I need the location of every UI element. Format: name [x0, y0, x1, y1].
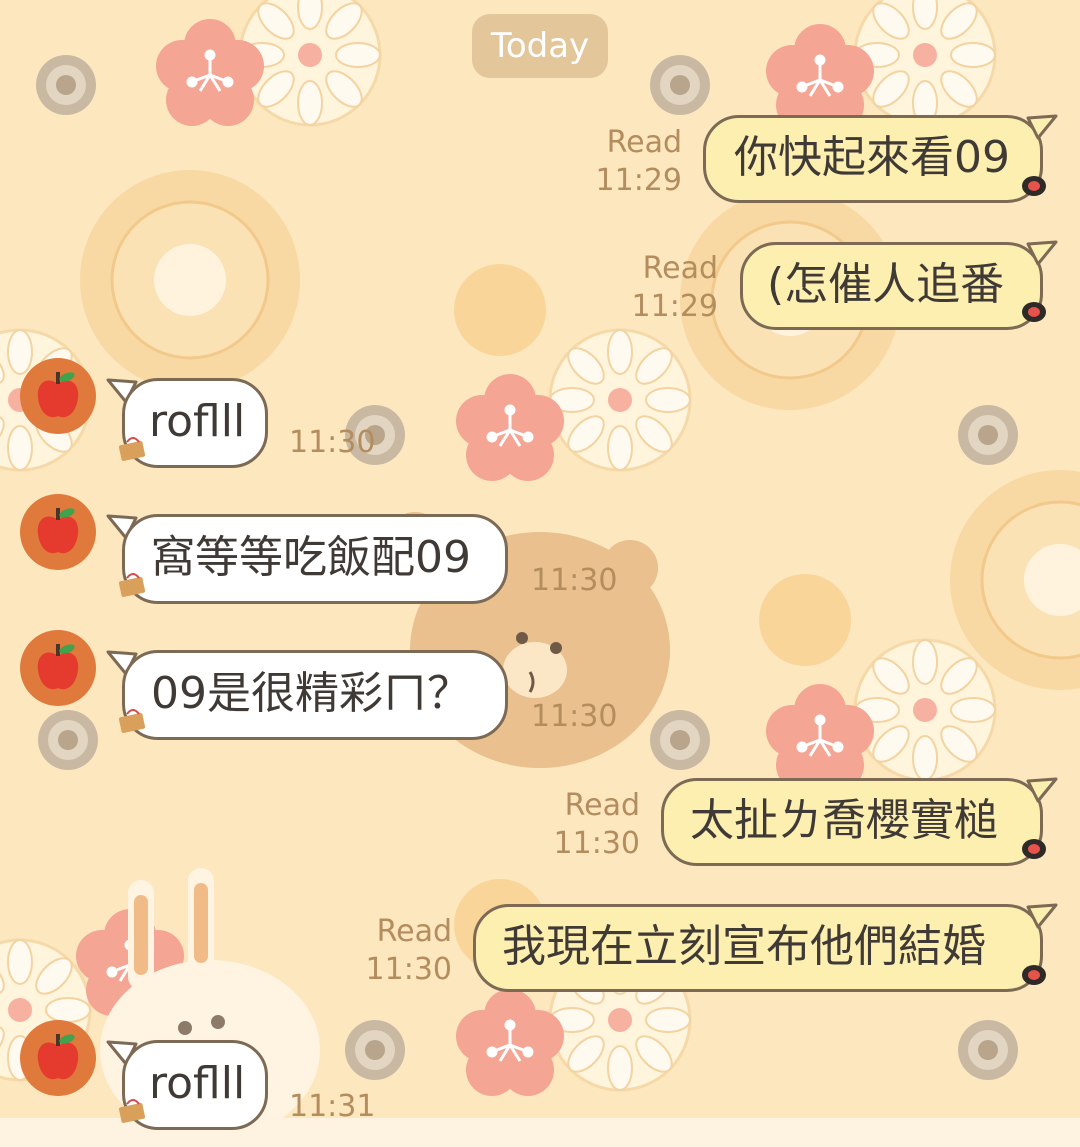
apple-icon: [37, 1034, 79, 1080]
message-time: 11:31: [289, 1089, 376, 1124]
avatar[interactable]: [20, 494, 96, 570]
gift-tag-icon: [118, 1099, 146, 1123]
sticker-decoration-icon: [1022, 839, 1046, 859]
date-divider: Today: [472, 14, 608, 78]
avatar[interactable]: [20, 630, 96, 706]
message-bubble[interactable]: 窩等等吃飯配09: [122, 514, 508, 604]
bubble-tail: [1026, 903, 1058, 929]
bubble-tail: [1026, 777, 1058, 803]
message-bubble[interactable]: 太扯ㄌ喬櫻實槌: [661, 778, 1043, 866]
avatar[interactable]: [20, 1020, 96, 1096]
message-text: 09是很精彩ㄇ？: [151, 668, 471, 720]
avatar[interactable]: [20, 358, 96, 434]
message-time: 11:29: [595, 163, 682, 198]
message-meta: Read 11:29: [626, 250, 718, 326]
message-bubble[interactable]: 你快起來看09: [703, 115, 1043, 203]
message-meta: Read 11:30: [548, 787, 640, 863]
read-status: Read: [376, 914, 452, 949]
read-status: Read: [606, 125, 682, 160]
read-status: Read: [642, 251, 718, 286]
bubble-tail: [1026, 240, 1058, 266]
message-time: 11:29: [631, 289, 718, 324]
message-meta: Read 11:30: [360, 913, 452, 989]
message-meta: Read 11:29: [590, 124, 682, 200]
sticker-decoration-icon: [1022, 302, 1046, 322]
apple-icon: [37, 644, 79, 690]
message-bubble[interactable]: (怎催人追番: [740, 242, 1043, 330]
message-text: roflll: [149, 1058, 246, 1110]
gift-tag-icon: [118, 709, 146, 733]
sticker-decoration-icon: [1022, 965, 1046, 985]
message-time: 11:30: [289, 425, 376, 460]
message-time: 11:30: [553, 826, 640, 861]
message-time: 11:30: [531, 699, 618, 734]
message-time: 11:30: [365, 952, 452, 987]
message-bubble[interactable]: 09是很精彩ㄇ？: [122, 650, 508, 740]
apple-icon: [37, 372, 79, 418]
message-text: roflll: [149, 396, 246, 448]
message-text: 你快起來看09: [734, 132, 1010, 184]
message-bubble[interactable]: 我現在立刻宣布他們結婚: [473, 904, 1043, 992]
message-text: (怎催人追番: [767, 259, 1005, 311]
message-text: 太扯ㄌ喬櫻實槌: [690, 795, 998, 847]
gift-tag-icon: [118, 573, 146, 597]
message-text: 窩等等吃飯配09: [151, 532, 471, 584]
read-status: Read: [564, 788, 640, 823]
apple-icon: [37, 508, 79, 554]
sticker-decoration-icon: [1022, 176, 1046, 196]
message-time: 11:30: [531, 563, 618, 598]
message-text: 我現在立刻宣布他們結婚: [502, 921, 986, 973]
bubble-tail: [1026, 114, 1058, 140]
gift-tag-icon: [118, 437, 146, 461]
